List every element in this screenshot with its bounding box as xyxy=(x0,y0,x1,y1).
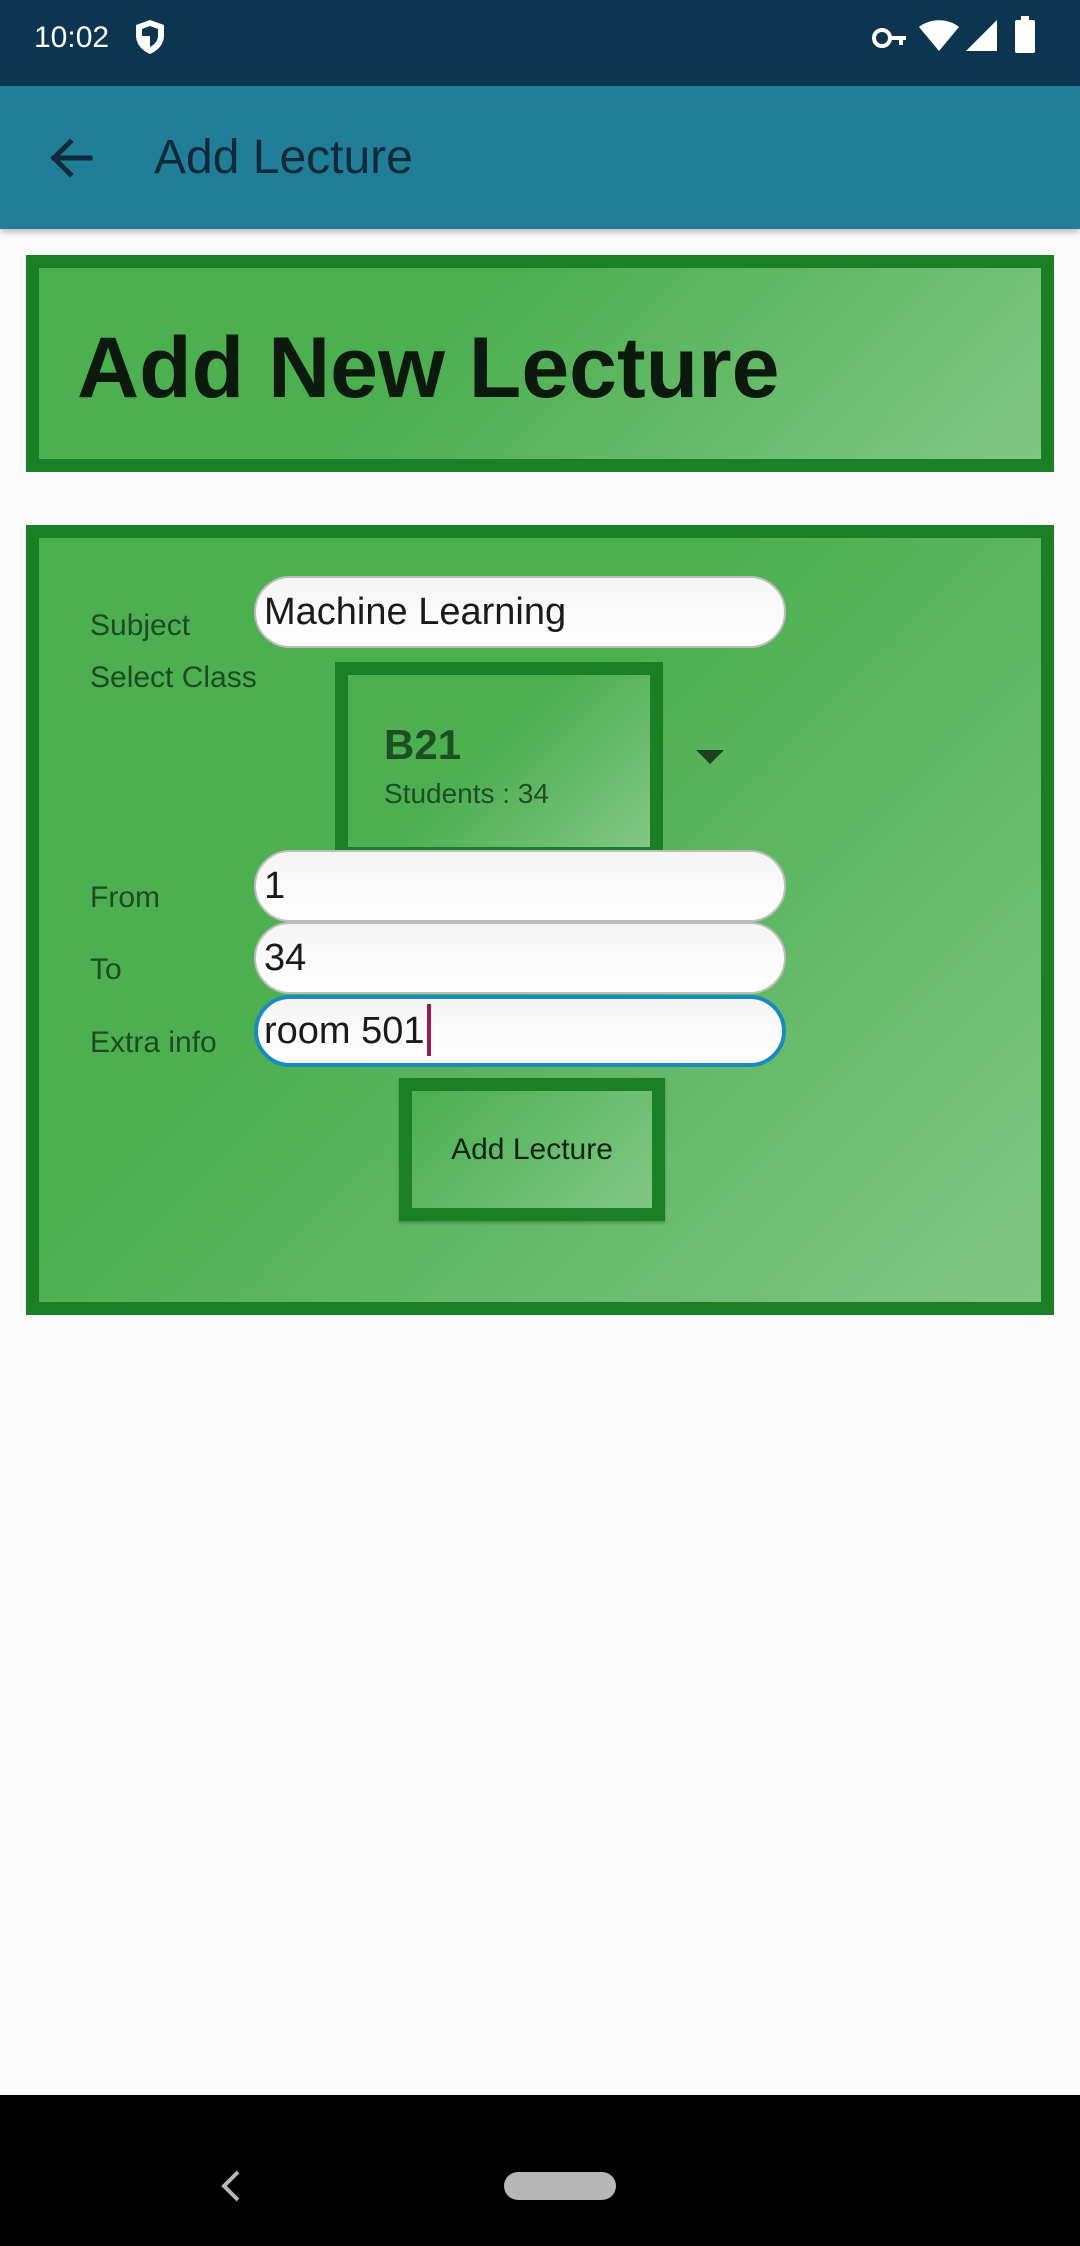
shield-icon xyxy=(136,20,164,54)
subject-input[interactable]: Machine Learning xyxy=(254,576,786,648)
navigation-bar xyxy=(0,2095,1080,2246)
wifi-icon xyxy=(919,20,959,51)
class-name: B21 xyxy=(384,721,462,768)
class-spinner[interactable]: B21 Students : 34 xyxy=(335,662,663,860)
to-input[interactable]: 34 xyxy=(254,922,786,994)
from-input[interactable]: 1 xyxy=(254,850,786,922)
battery-icon xyxy=(1015,16,1035,53)
vpn-key-icon xyxy=(872,28,906,48)
extra-info-value: room 501 xyxy=(264,1010,425,1052)
app-bar-title: Add Lecture xyxy=(154,131,413,184)
from-label: From xyxy=(90,881,160,914)
header-card: Add New Lecture xyxy=(26,255,1054,472)
nav-back-icon[interactable] xyxy=(214,2166,248,2206)
subject-label: Subject xyxy=(90,609,191,642)
arrow-left-icon[interactable] xyxy=(40,126,104,190)
extra-info-label: Extra info xyxy=(90,1026,217,1059)
select-class-label: Select Class xyxy=(90,661,257,694)
page-title: Add New Lecture xyxy=(77,320,780,416)
app-bar: Add Lecture xyxy=(0,86,1080,229)
text-caret xyxy=(426,1003,431,1056)
status-time: 10:02 xyxy=(34,21,110,54)
dropdown-arrow-icon[interactable] xyxy=(696,750,724,764)
add-lecture-button[interactable]: Add Lecture xyxy=(399,1078,665,1221)
status-bar: 10:02 xyxy=(0,0,1080,86)
class-students-count: Students : 34 xyxy=(384,778,550,809)
extra-info-input[interactable]: room 501 xyxy=(254,995,786,1067)
lecture-form-card: Subject Machine Learning Select Class B2… xyxy=(26,525,1054,1315)
signal-icon xyxy=(966,20,997,51)
nav-home-pill[interactable] xyxy=(504,2172,616,2200)
to-label: To xyxy=(90,953,122,986)
